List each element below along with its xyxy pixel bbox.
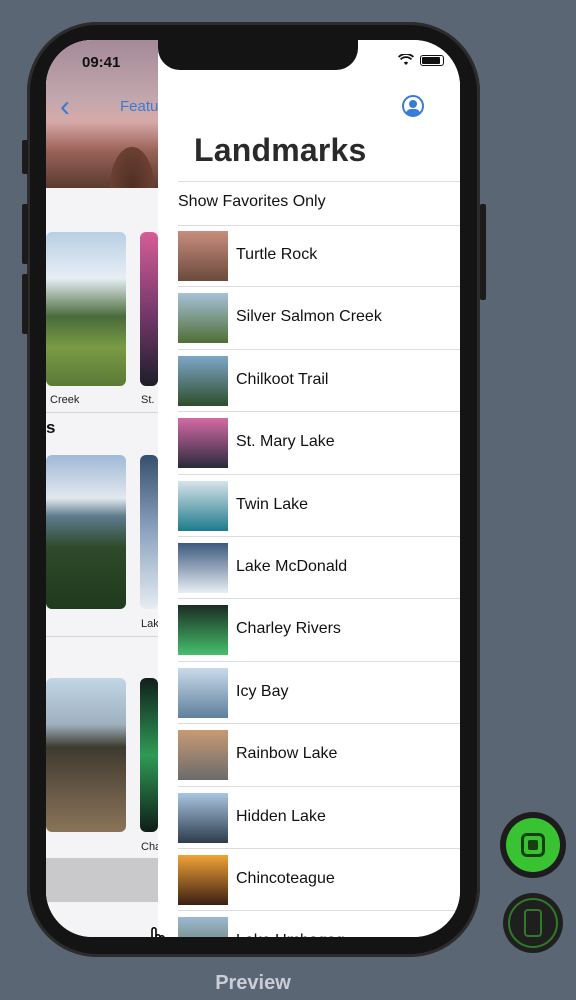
landmark-name: Hidden Lake — [236, 807, 326, 825]
landmark-row[interactable]: Silver Salmon Creek — [158, 287, 460, 350]
landmark-name: Icy Bay — [236, 682, 289, 700]
category-item-caption: Lak — [141, 618, 158, 630]
category-item-image[interactable] — [140, 232, 158, 386]
landmark-row[interactable]: Hidden Lake — [158, 787, 460, 849]
landmark-row[interactable]: Chincoteague — [158, 849, 460, 912]
landmark-thumbnail — [178, 917, 228, 937]
show-favorites-toggle[interactable]: Show Favorites Only — [178, 193, 326, 211]
status-time: 09:41 — [82, 54, 121, 71]
wifi-icon — [398, 54, 414, 65]
phone-volume-down — [22, 274, 28, 334]
back-chevron-icon[interactable]: ‹ — [60, 92, 70, 122]
landmark-row[interactable]: Turtle Rock — [158, 225, 460, 288]
section-divider — [46, 412, 158, 413]
landmark-name: Silver Salmon Creek — [236, 308, 382, 326]
landmark-row[interactable]: Charley Rivers — [158, 599, 460, 662]
category-item-caption: St. — [141, 394, 155, 406]
phone-silent-switch — [22, 140, 28, 174]
nav-back-label[interactable]: Featured — [120, 98, 158, 115]
landmarks-sheet: Landmarks Show Favorites Only Turtle Roc… — [158, 40, 460, 937]
device-preview-button[interactable] — [503, 893, 563, 953]
live-preview-icon — [506, 818, 560, 872]
category-item-caption: Cha — [141, 841, 158, 853]
landmark-name: Lake McDonald — [236, 557, 348, 575]
status-icons — [398, 54, 444, 66]
category-item-image[interactable] — [46, 678, 126, 832]
landmark-thumbnail — [178, 605, 228, 656]
landmark-name: St. Mary Lake — [236, 433, 335, 451]
landmark-thumbnail — [178, 355, 228, 406]
landmark-thumbnail — [178, 667, 228, 718]
landmark-row[interactable]: Lake McDonald — [158, 537, 460, 600]
section-divider — [46, 636, 158, 637]
landmark-name: Rainbow Lake — [236, 745, 338, 763]
landmark-thumbnail — [178, 293, 228, 344]
live-preview-button[interactable] — [500, 812, 566, 878]
landmark-name: Charley Rivers — [236, 620, 341, 638]
landmark-row[interactable]: Lake Umbagog — [158, 911, 460, 937]
phone-power-button — [480, 204, 486, 300]
landmark-list: Turtle Rock Silver Salmon Creek Chilkoot T… — [158, 225, 460, 937]
landmark-row[interactable]: Twin Lake — [158, 475, 460, 537]
landmark-name: Chilkoot Trail — [236, 370, 329, 388]
battery-icon — [420, 54, 444, 66]
tab-bar-strip — [46, 858, 158, 902]
landmark-thumbnail — [178, 542, 228, 593]
phone-screen: 09:41 ‹ Featured Creek St. s Lak Cha Lan… — [46, 40, 460, 937]
title-divider — [178, 181, 460, 182]
page-title: Landmarks — [194, 132, 367, 168]
category-item-image[interactable] — [140, 678, 158, 832]
featured-background-view: 09:41 ‹ Featured Creek St. s Lak Cha — [46, 40, 158, 937]
landmark-row[interactable]: St. Mary Lake — [158, 412, 460, 475]
landmark-thumbnail — [178, 418, 228, 469]
category-title: s — [46, 418, 56, 437]
notch — [158, 40, 358, 70]
hand-cursor-icon — [151, 926, 167, 937]
landmark-name: Twin Lake — [236, 495, 309, 513]
category-item-image[interactable] — [140, 455, 158, 609]
preview-label: Preview — [215, 972, 291, 994]
landmark-name: Lake Umbagog — [236, 932, 345, 937]
category-item-image[interactable] — [46, 455, 126, 609]
landmark-thumbnail — [178, 730, 228, 781]
profile-icon[interactable] — [402, 95, 424, 117]
phone-volume-up — [22, 204, 28, 264]
category-item-image[interactable] — [46, 232, 126, 386]
landmark-name: Turtle Rock — [236, 246, 318, 263]
category-item-caption: Creek — [50, 394, 80, 406]
landmark-thumbnail — [178, 231, 228, 281]
landmark-row[interactable]: Icy Bay — [158, 662, 460, 725]
landmark-name: Chincoteague — [236, 869, 335, 887]
landmark-row[interactable]: Rainbow Lake — [158, 724, 460, 787]
landmark-thumbnail — [178, 480, 228, 531]
landmark-thumbnail — [178, 792, 228, 843]
landmark-row[interactable]: Chilkoot Trail — [158, 350, 460, 413]
landmark-thumbnail — [178, 854, 228, 905]
